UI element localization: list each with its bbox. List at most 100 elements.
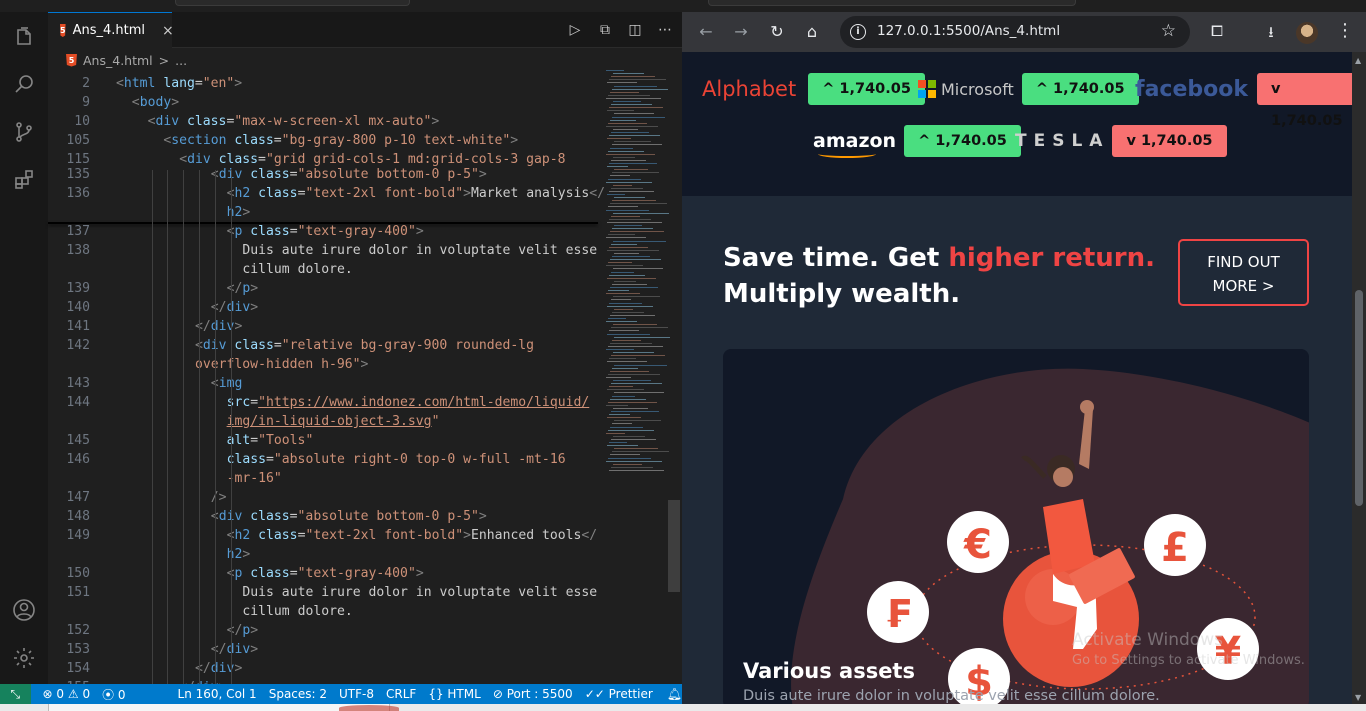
taskbar-app-icon bbox=[339, 705, 399, 711]
page-scrollbar[interactable]: ▲ ▼ bbox=[1352, 52, 1366, 704]
code-line[interactable]: </div> bbox=[211, 642, 258, 657]
code-token: "absolute right-0 top-0 w-full -mt-16 bbox=[273, 452, 566, 467]
taskbar-window-preview[interactable] bbox=[48, 704, 399, 711]
breadcrumb-more[interactable]: ... bbox=[175, 53, 187, 68]
code-line[interactable]: <div class="relative bg-gray-900 rounded… bbox=[195, 338, 534, 353]
language-mode[interactable]: {} HTML bbox=[428, 687, 481, 701]
error-count: 0 bbox=[56, 687, 65, 701]
code-token: "https://www.indonez.com/html-demo/liqui… bbox=[258, 395, 590, 410]
minimap-line bbox=[612, 423, 632, 425]
profile-avatar[interactable] bbox=[1296, 22, 1318, 44]
source-control-icon[interactable] bbox=[12, 120, 36, 144]
minimap-line bbox=[608, 457, 651, 459]
account-icon[interactable] bbox=[12, 598, 36, 622]
split-editor-icon[interactable]: ◫ bbox=[626, 22, 644, 38]
minimap-line bbox=[608, 150, 644, 152]
notifications-bell-icon[interactable]: 🔔︎ bbox=[667, 687, 682, 701]
code-line[interactable]: src="https://www.indonez.com/html-demo/l… bbox=[227, 395, 590, 410]
address-bar[interactable]: i 127.0.0.1:5500/Ans_4.html ☆ bbox=[840, 16, 1190, 48]
editor-tab-ans4[interactable]: 5 Ans_4.html × bbox=[48, 12, 174, 48]
minimap[interactable] bbox=[604, 70, 674, 480]
more-actions-icon[interactable]: ⋯ bbox=[656, 22, 674, 38]
scroll-down-arrow-icon[interactable]: ▼ bbox=[1355, 693, 1361, 702]
code-line[interactable]: </div> bbox=[211, 300, 258, 315]
encoding[interactable]: UTF-8 bbox=[339, 687, 374, 701]
back-arrow-icon[interactable]: ← bbox=[696, 22, 716, 42]
explorer-icon[interactable] bbox=[12, 26, 36, 50]
code-line[interactable]: cillum dolore. bbox=[242, 262, 352, 277]
code-line[interactable]: <div class="absolute bottom-0 p-5"> bbox=[211, 167, 487, 182]
page-scrollbar-thumb[interactable] bbox=[1355, 290, 1363, 506]
home-icon[interactable]: ⌂ bbox=[802, 22, 822, 42]
euro-symbol: € bbox=[963, 522, 992, 568]
search-icon[interactable] bbox=[12, 72, 36, 96]
code-line[interactable]: /> bbox=[211, 490, 227, 505]
code-line[interactable]: Duis aute irure dolor in voluptate velit… bbox=[242, 243, 597, 258]
breadcrumb-file[interactable]: Ans_4.html bbox=[83, 53, 153, 68]
extensions-icon[interactable] bbox=[12, 168, 36, 192]
minimap-line bbox=[613, 380, 651, 381]
code-line[interactable]: <h2 class="text-2xl font-bold">Enhanced … bbox=[227, 528, 598, 543]
minimap-line bbox=[608, 206, 638, 208]
code-area[interactable]: 2 <html lang="en"> 9 <body> 10 <div class="ma… bbox=[48, 70, 608, 695]
browser-tab-strip[interactable] bbox=[708, 0, 1076, 6]
cta-line-1: FIND OUT bbox=[1207, 253, 1280, 271]
extensions-puzzle-icon[interactable]: ⧠ bbox=[1206, 22, 1228, 40]
code-line[interactable]: overflow-hidden h-96"> bbox=[195, 357, 368, 372]
reload-icon[interactable]: ↻ bbox=[767, 22, 787, 42]
hero-highlight: higher return. bbox=[948, 243, 1156, 273]
find-out-more-button[interactable]: FIND OUT MORE > bbox=[1178, 239, 1309, 306]
minimap-line bbox=[612, 395, 635, 397]
code-line[interactable]: <body> bbox=[132, 95, 179, 110]
ports-status[interactable]: ⦿ 0 bbox=[102, 686, 125, 703]
download-icon[interactable]: ⭳ bbox=[1260, 22, 1282, 47]
code-line[interactable]: class="absolute right-0 top-0 w-full -mt… bbox=[227, 452, 566, 467]
code-line[interactable]: <div class="absolute bottom-0 p-5"> bbox=[211, 509, 487, 524]
problems-status[interactable]: ⊗ 0 ⚠ 0 bbox=[43, 687, 91, 701]
line-number: 154 bbox=[66, 661, 90, 676]
prettier-status[interactable]: ✓✓ Prettier bbox=[585, 687, 653, 701]
code-line[interactable]: <p class="text-gray-400"> bbox=[227, 224, 424, 239]
remote-indicator-icon[interactable]: ⤡ bbox=[0, 684, 31, 704]
code-line[interactable]: <h2 class="text-2xl font-bold">Market an… bbox=[227, 186, 605, 201]
command-center[interactable] bbox=[175, 0, 410, 6]
code-line[interactable]: cillum dolore. bbox=[242, 604, 352, 619]
code-token: > bbox=[415, 566, 424, 581]
scroll-up-arrow-icon[interactable]: ▲ bbox=[1355, 56, 1361, 65]
code-line[interactable]: img/in-liquid-object-3.svg" bbox=[227, 414, 440, 429]
code-line[interactable]: </div> bbox=[195, 319, 242, 334]
settings-gear-icon[interactable] bbox=[12, 646, 36, 670]
minimap-line bbox=[606, 293, 640, 295]
minimap-line bbox=[609, 330, 639, 332]
hero-heading: Save time. Get higher return. Multiply w… bbox=[723, 240, 1155, 312]
cursor-position[interactable]: Ln 160, Col 1 bbox=[178, 687, 257, 701]
code-line[interactable]: -mr-16" bbox=[227, 471, 282, 486]
code-token: > bbox=[463, 186, 472, 201]
live-server-port[interactable]: ⊘ Port : 5500 bbox=[493, 687, 573, 701]
close-icon[interactable]: × bbox=[162, 23, 174, 39]
code-line[interactable]: </div> bbox=[195, 661, 242, 676]
bookmark-star-icon[interactable]: ☆ bbox=[1161, 21, 1176, 41]
code-line[interactable]: <div class="grid grid-cols-1 md:grid-col… bbox=[179, 152, 565, 167]
code-line[interactable]: <html lang="en"> bbox=[116, 76, 242, 91]
line-ending[interactable]: CRLF bbox=[386, 687, 416, 701]
code-line[interactable]: <div class="max-w-screen-xl mx-auto"> bbox=[148, 114, 440, 129]
code-line[interactable]: Duis aute irure dolor in voluptate velit… bbox=[242, 585, 597, 600]
code-token: = bbox=[250, 395, 259, 410]
code-line[interactable]: alt="Tools" bbox=[227, 433, 314, 448]
minimap-line bbox=[606, 70, 624, 71]
minimap-line bbox=[613, 463, 642, 465]
open-preview-icon[interactable]: ⧉ bbox=[596, 22, 614, 38]
code-token: class bbox=[226, 133, 274, 148]
site-info-icon[interactable]: i bbox=[850, 24, 866, 40]
code-token: > bbox=[250, 642, 259, 657]
url-text[interactable]: 127.0.0.1:5500/Ans_4.html bbox=[877, 23, 1060, 39]
forward-arrow-icon[interactable]: → bbox=[731, 22, 751, 42]
editor-scrollbar[interactable] bbox=[668, 500, 680, 592]
code-line[interactable]: <section class="bg-gray-800 p-10 text-wh… bbox=[163, 133, 518, 148]
code-line[interactable]: <p class="text-gray-400"> bbox=[227, 566, 424, 581]
browser-menu-icon[interactable]: ⋮ bbox=[1336, 20, 1354, 41]
code-token: > bbox=[478, 167, 487, 182]
indentation[interactable]: Spaces: 2 bbox=[269, 687, 327, 701]
run-icon[interactable]: ▷ bbox=[566, 22, 584, 38]
